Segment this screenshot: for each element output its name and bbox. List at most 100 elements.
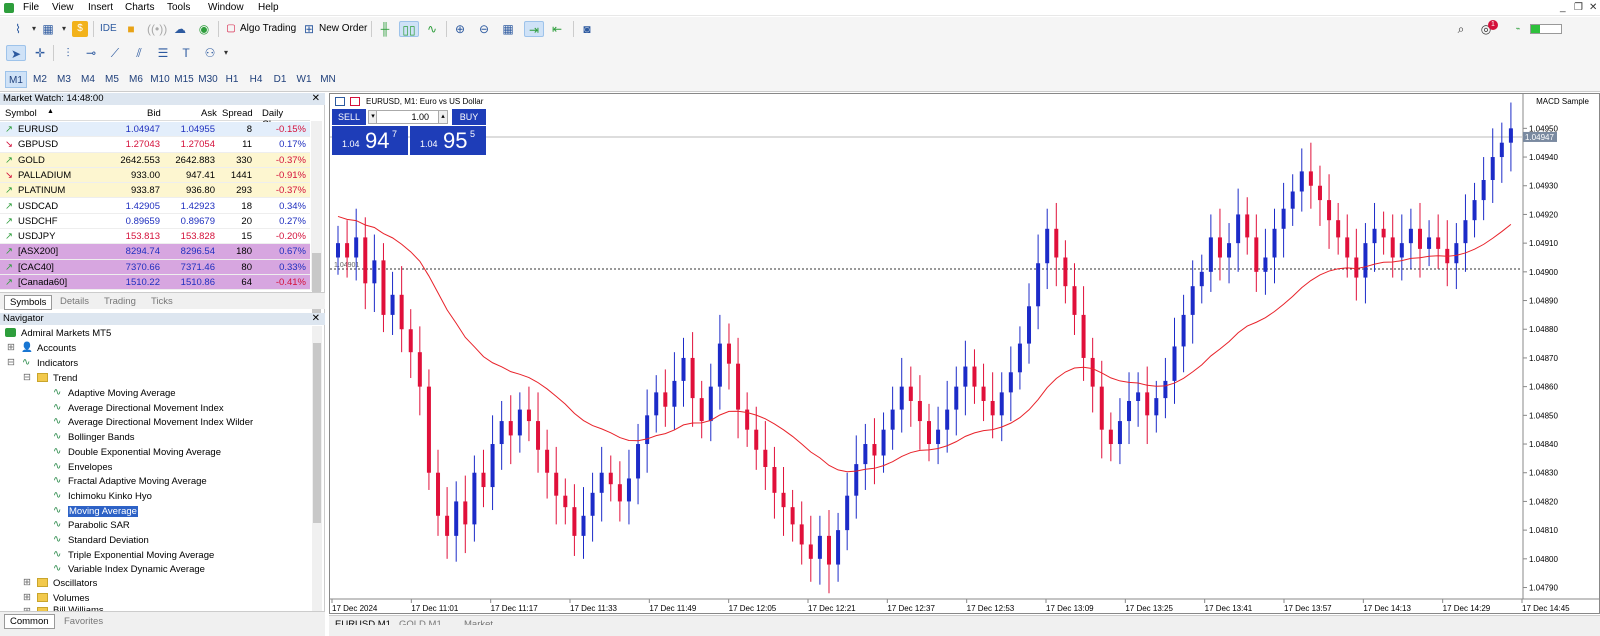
candle-body[interactable] <box>617 484 622 502</box>
candle-body[interactable] <box>1381 228 1386 238</box>
nav-oscillators[interactable]: Oscillators <box>53 578 97 589</box>
candle-body[interactable] <box>1072 286 1077 315</box>
candle-body[interactable] <box>1372 228 1377 244</box>
lot-size-input[interactable]: 1.00 <box>376 110 440 124</box>
candle-body[interactable] <box>872 444 877 456</box>
tab-common[interactable]: Common <box>4 614 55 629</box>
candle-body[interactable] <box>1463 220 1468 244</box>
candle-body[interactable] <box>1081 314 1086 358</box>
candle-body[interactable] <box>1481 180 1486 201</box>
candle-body[interactable] <box>1354 257 1359 278</box>
candle-body[interactable] <box>708 386 713 422</box>
candle-body[interactable] <box>799 524 804 545</box>
candle-body[interactable] <box>908 386 913 401</box>
tf-m10[interactable]: M10 <box>149 71 171 88</box>
candle-body[interactable] <box>790 507 795 525</box>
tf-m6[interactable]: M6 <box>125 71 147 88</box>
candle-body[interactable] <box>1254 237 1259 272</box>
tf-w1[interactable]: W1 <box>293 71 315 88</box>
candle-body[interactable] <box>536 421 541 450</box>
tf-h4[interactable]: H4 <box>245 71 267 88</box>
candle-body[interactable] <box>1217 237 1222 258</box>
candle-body[interactable] <box>981 386 986 401</box>
close-icon[interactable]: ✕ <box>312 313 320 325</box>
candle-body[interactable] <box>463 501 468 525</box>
tf-m2[interactable]: M2 <box>29 71 51 88</box>
tf-mn[interactable]: MN <box>317 71 339 88</box>
tab-chart-gold[interactable]: GOLD,M1 <box>399 619 442 625</box>
col-ask[interactable]: Ask <box>201 108 217 119</box>
candle-body[interactable] <box>836 530 841 565</box>
new-order-button[interactable]: New Order <box>319 23 367 34</box>
tab-symbols[interactable]: Symbols <box>4 295 53 310</box>
tab-details[interactable]: Details <box>60 296 89 307</box>
candle-body[interactable] <box>563 495 568 508</box>
indicator-item[interactable]: Parabolic SAR <box>68 520 130 531</box>
algo-trading-button[interactable]: Algo Trading <box>240 23 296 34</box>
menu-file[interactable]: File <box>23 2 39 13</box>
candle-body[interactable] <box>954 386 959 410</box>
vertical-line-icon[interactable]: ⫶ <box>60 45 76 61</box>
menu-charts[interactable]: Charts <box>125 2 154 13</box>
candle-body[interactable] <box>336 243 340 258</box>
candle-body[interactable] <box>1172 346 1177 381</box>
chart-shift-icon[interactable]: ⇤ <box>549 21 565 37</box>
expand-icon[interactable]: ⊞ <box>23 577 31 588</box>
candle-body[interactable] <box>445 515 450 536</box>
candle-body[interactable] <box>1163 380 1168 399</box>
candle-body[interactable] <box>1299 171 1304 192</box>
close-icon[interactable]: ✕ <box>1589 2 1597 13</box>
screenshot-icon[interactable]: ◙ <box>579 21 595 37</box>
expand-icon[interactable]: ⊞ <box>23 592 31 603</box>
candle-body[interactable] <box>526 409 531 422</box>
market-watch-row[interactable]: ↗ GOLD 2642.553 2642.883 330 -0.37% <box>0 152 310 168</box>
candle-body[interactable] <box>608 472 613 485</box>
candle-body[interactable] <box>845 495 850 531</box>
indicator-item[interactable]: Envelopes <box>68 462 112 473</box>
candle-body[interactable] <box>1017 343 1022 373</box>
candle-body[interactable] <box>917 400 922 422</box>
candle-body[interactable] <box>1090 357 1095 387</box>
candle-body[interactable] <box>927 421 931 445</box>
menu-insert[interactable]: Insert <box>88 2 113 13</box>
chart-window[interactable]: 1.04950 1.04940 1.04930 1.04920 1.04910 1.049… <box>329 93 1600 614</box>
candle-body[interactable] <box>899 386 904 410</box>
buy-price[interactable]: 1.04 95 5 <box>410 126 486 155</box>
candle-body[interactable] <box>654 392 659 416</box>
candle-body[interactable] <box>1190 286 1195 315</box>
indicator-item[interactable]: Average Directional Movement Index Wilde… <box>68 417 253 428</box>
candle-body[interactable] <box>826 535 831 565</box>
candle-body[interactable] <box>1054 228 1059 258</box>
candle-body[interactable] <box>763 449 768 467</box>
candle-body[interactable] <box>1245 214 1250 238</box>
candle-body[interactable] <box>772 466 777 493</box>
candle-body[interactable] <box>990 400 995 416</box>
market-watch-row[interactable]: ↘ PALLADIUM 933.00 947.41 1441 -0.91% <box>0 167 310 184</box>
candle-body[interactable] <box>1263 257 1268 272</box>
candle-body[interactable] <box>645 415 650 445</box>
tab-trading[interactable]: Trading <box>104 296 136 307</box>
grid-icon[interactable]: ▦ <box>500 21 516 37</box>
candle-body[interactable] <box>1408 228 1413 244</box>
market-watch-row[interactable]: ↗ PLATINUM 933.87 936.80 293 -0.37% <box>0 183 310 199</box>
vps-icon[interactable]: ◉ <box>196 21 212 37</box>
candle-body[interactable] <box>399 294 404 330</box>
tab-chart-eurusd[interactable]: EURUSD,M1 <box>335 619 391 625</box>
expand-icon[interactable]: ⊞ <box>7 342 15 353</box>
candle-body[interactable] <box>690 357 695 399</box>
zoom-out-icon[interactable]: ⊖ <box>476 21 492 37</box>
candle-body[interactable] <box>490 444 495 488</box>
candle-body[interactable] <box>999 392 1004 416</box>
chart-type-icon[interactable]: ⌇ <box>10 21 26 37</box>
candle-body[interactable] <box>454 501 459 536</box>
nav-trend[interactable]: Trend <box>53 373 77 384</box>
bag-icon[interactable]: ■ <box>123 21 139 37</box>
nav-indicators[interactable]: Indicators <box>37 358 78 369</box>
candle-body[interactable] <box>1417 228 1422 249</box>
candle-body[interactable] <box>1399 243 1404 258</box>
candle-body[interactable] <box>472 472 477 525</box>
candle-body[interactable] <box>572 507 577 536</box>
candle-body[interactable] <box>1490 157 1495 181</box>
indicator-item[interactable]: Adaptive Moving Average <box>68 388 176 399</box>
col-symbol[interactable]: Symbol <box>5 108 37 119</box>
